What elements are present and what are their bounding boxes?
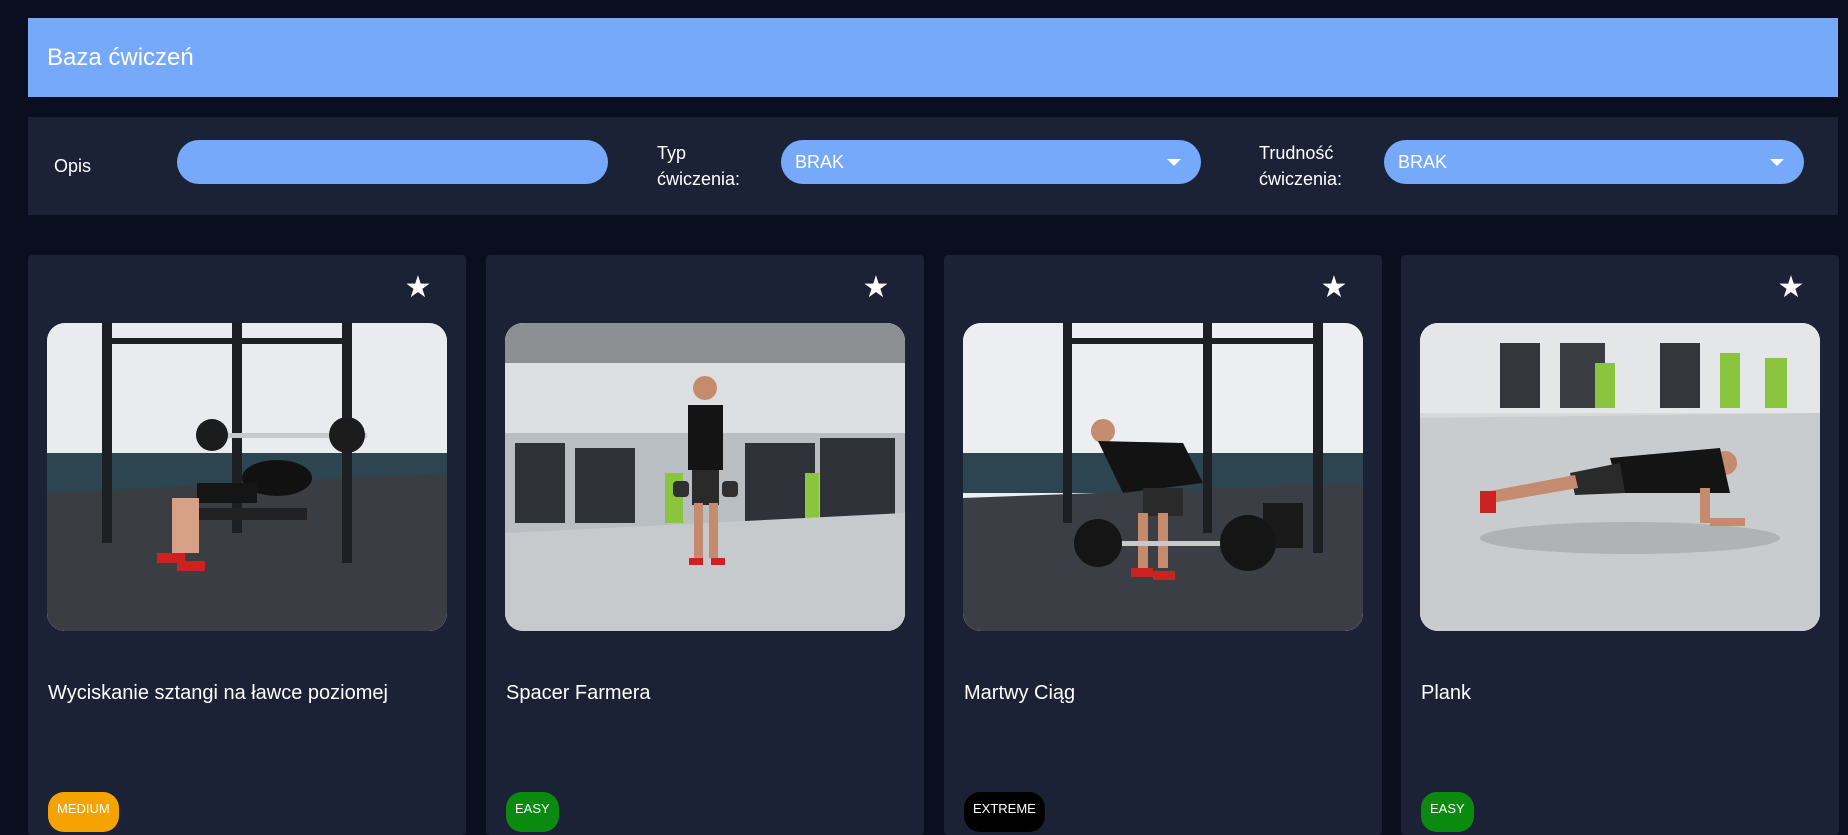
type-select[interactable]: BRAK xyxy=(781,140,1201,184)
exercise-photo xyxy=(1420,323,1820,631)
exercise-card[interactable]: ★ Martwy Ciąg EXTREME xyxy=(944,255,1382,835)
exercise-title: Wyciskanie sztangi na ławce poziomej xyxy=(48,682,388,704)
type-select-value: BRAK xyxy=(795,151,845,172)
star-icon[interactable]: ★ xyxy=(1319,273,1349,303)
exercise-photo xyxy=(963,323,1363,631)
type-label: Typ ćwiczenia: xyxy=(657,143,741,189)
exercise-photo xyxy=(505,323,905,631)
exercise-photo xyxy=(47,323,447,631)
description-input[interactable] xyxy=(177,140,608,184)
difficulty-badge: EASY xyxy=(506,792,559,832)
exercise-card[interactable]: ★ Plank EASY xyxy=(1401,255,1839,835)
difficulty-select[interactable]: BRAK xyxy=(1384,140,1804,184)
difficulty-label: Trudność ćwiczenia: xyxy=(1259,143,1343,189)
exercise-list: ★ Wyciskanie sztangi na ławce poziomej M… xyxy=(28,255,1839,835)
star-icon[interactable]: ★ xyxy=(1776,273,1806,303)
exercise-card[interactable]: ★ Wyciskanie sztangi na ławce poziomej M… xyxy=(28,255,466,835)
difficulty-badge: EXTREME xyxy=(964,792,1045,832)
star-icon[interactable]: ★ xyxy=(403,273,433,303)
star-icon[interactable]: ★ xyxy=(861,273,891,303)
filter-panel: Opis Typ ćwiczenia: BRAK Trudność ćwicze… xyxy=(28,117,1838,215)
exercise-card[interactable]: ★ Spacer Farmera EASY xyxy=(486,255,924,835)
exercise-title: Plank xyxy=(1421,682,1472,704)
description-label: Opis xyxy=(54,156,92,176)
difficulty-badge: MEDIUM xyxy=(48,792,119,832)
chevron-down-icon xyxy=(1167,158,1181,166)
difficulty-badge: EASY xyxy=(1421,792,1474,832)
difficulty-select-value: BRAK xyxy=(1398,151,1448,172)
exercise-title: Martwy Ciąg xyxy=(964,682,1076,704)
exercise-title: Spacer Farmera xyxy=(506,682,651,704)
page-header: Baza ćwiczeń xyxy=(28,18,1838,97)
chevron-down-icon xyxy=(1770,158,1784,166)
page-title: Baza ćwiczeń xyxy=(47,43,194,71)
